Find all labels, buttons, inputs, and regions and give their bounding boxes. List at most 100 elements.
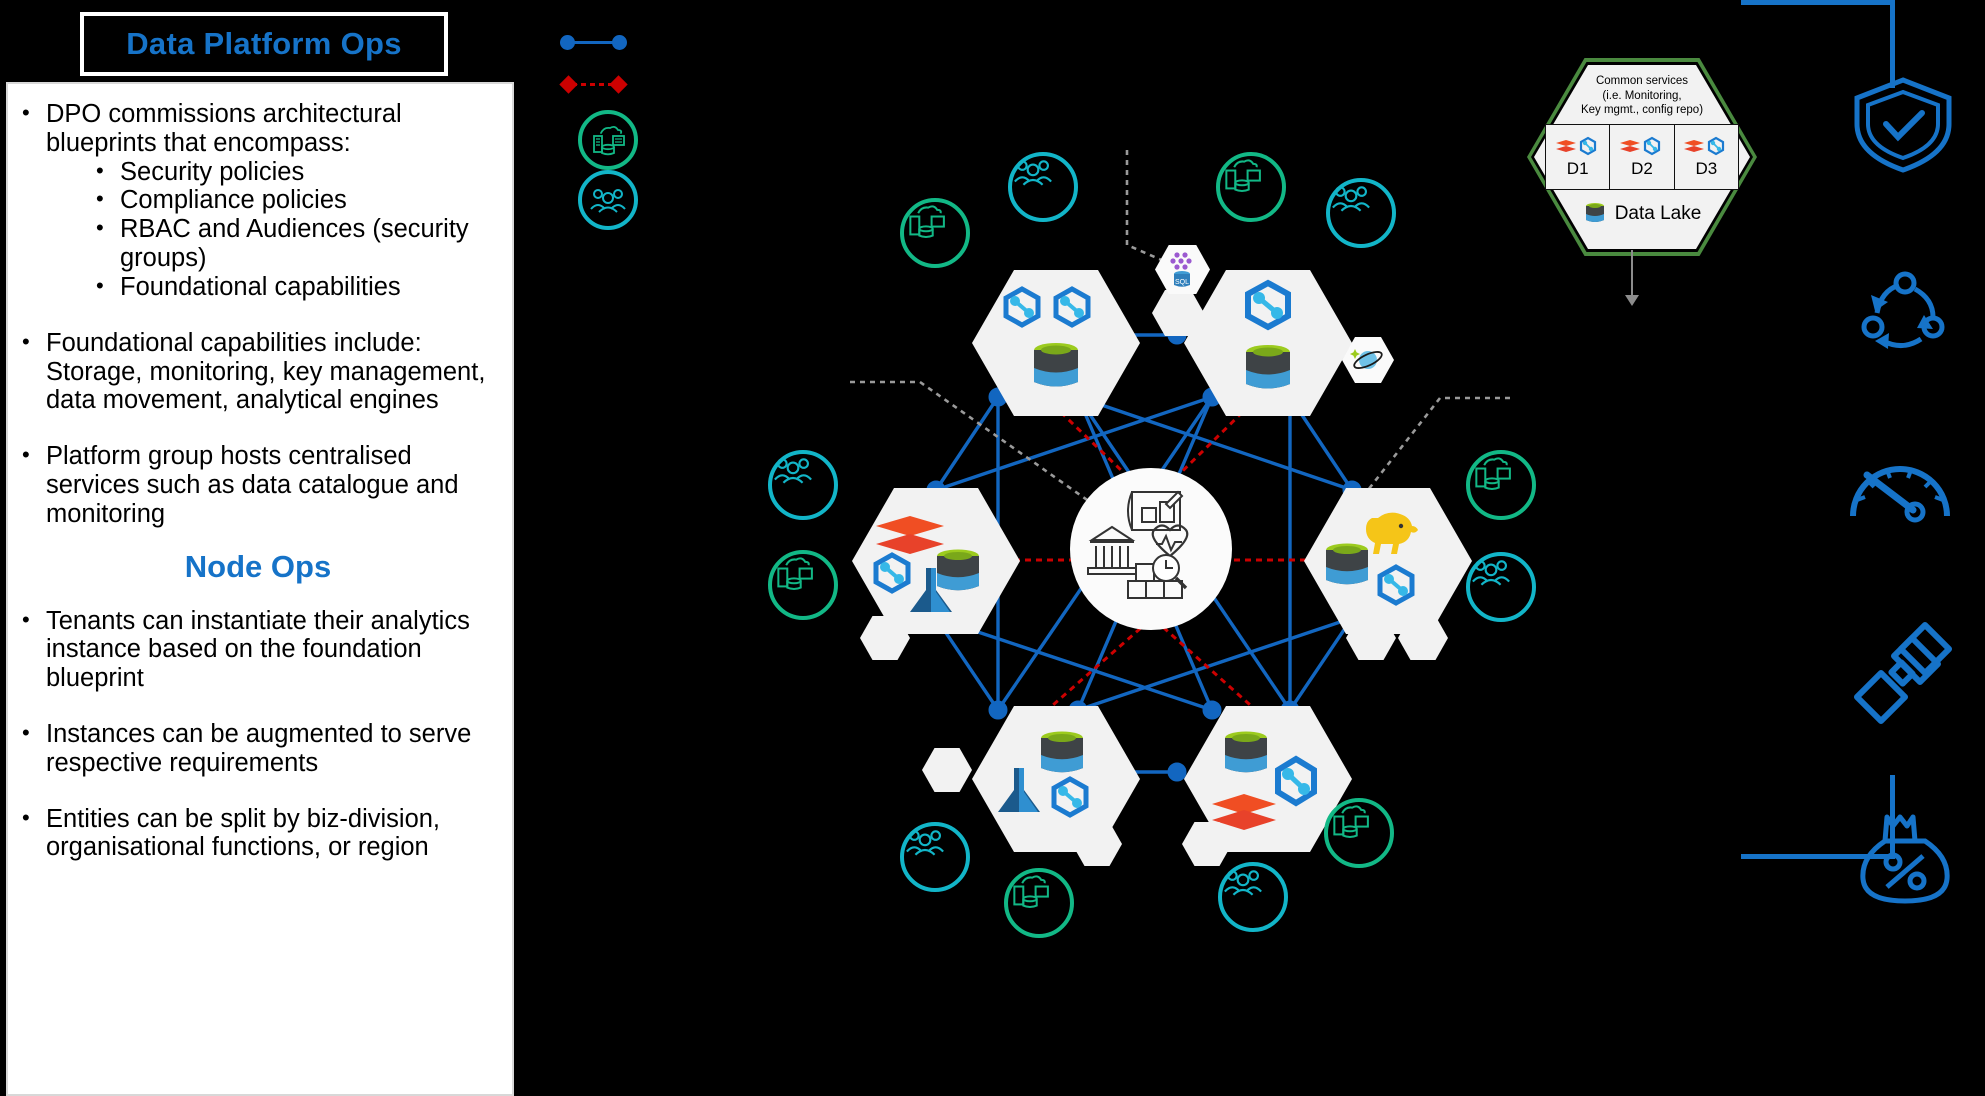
- databricks-icon: [876, 516, 944, 554]
- synapse-icon: [1053, 286, 1091, 328]
- people-circle-right: [1466, 552, 1536, 622]
- common-services-title-line2: (i.e. Monitoring,: [1602, 89, 1682, 102]
- legend: [559, 22, 690, 232]
- people-icon: [774, 458, 812, 484]
- svg-text:SQL: SQL: [1175, 279, 1189, 286]
- list-item: • Compliance policies: [96, 186, 494, 215]
- synapse-icon: [1275, 755, 1317, 807]
- synapse-icon: [1245, 279, 1291, 331]
- datasource-circle-top-left: [900, 198, 970, 268]
- bullet-dot-icon: •: [22, 606, 30, 632]
- synapse-icon: [1708, 136, 1725, 155]
- common-services-title-line3: Key mgmt., config repo): [1580, 104, 1704, 117]
- gauge-icon: [1845, 450, 1955, 530]
- bullet-text: RBAC and Audiences (security groups): [120, 215, 469, 273]
- bank-icon: [1087, 525, 1137, 575]
- legend-circle-endpoint-right: [612, 35, 627, 50]
- frame-bottom-horizontal: [1741, 854, 1894, 859]
- people-circle-bottom-left: [900, 822, 970, 892]
- legend-diamond-endpoint-right: [609, 75, 628, 94]
- bullet-text: Foundational capabilities include: Stora…: [46, 328, 486, 415]
- common-services-arrow-line: [1631, 250, 1633, 300]
- databricks-icon: [1212, 794, 1276, 830]
- bullet-text: Compliance policies: [120, 186, 347, 215]
- common-services-hexagon[interactable]: Common services (i.e. Monitoring, Key mg…: [1527, 58, 1757, 256]
- legend-diamond-endpoint-left: [559, 75, 578, 94]
- common-services-cell-d3[interactable]: D3: [1673, 124, 1739, 190]
- datalake-icon: [937, 549, 979, 591]
- synapse-icon: [1003, 286, 1041, 328]
- bullet-dot-icon: •: [96, 186, 104, 212]
- people-icon: [1014, 160, 1052, 186]
- money-bag-percent-icon: [1855, 805, 1955, 915]
- legend-item-dashed-red-link: [559, 64, 650, 102]
- bullet-text: Platform group hosts centralised service…: [46, 442, 459, 528]
- bullet-text: Entities can be split by biz-division, o…: [46, 804, 441, 862]
- frame-top-horizontal: [1741, 0, 1894, 5]
- datasource-icon: [777, 557, 813, 590]
- databricks-icon: [1555, 139, 1576, 152]
- bullet-text: Instances can be augmented to serve resp…: [46, 720, 472, 777]
- datalake-icon: [1041, 731, 1083, 773]
- legend-solid-line: [572, 41, 616, 44]
- people-icon: [906, 830, 944, 856]
- frame-bottom-vertical: [1890, 775, 1895, 859]
- bullet-text: DPO commissions architectural blueprints…: [46, 100, 402, 157]
- datalake-icon: [1034, 343, 1078, 387]
- datasource-icon: [1475, 457, 1511, 490]
- bullet-dot-icon: •: [22, 804, 30, 830]
- common-services-title: Common services (i.e. Monitoring, Key mg…: [1527, 74, 1757, 118]
- people-icon: [1224, 870, 1262, 896]
- page-title-label: Data Platform Ops: [126, 26, 402, 61]
- cell-label-d3: D3: [1695, 158, 1718, 178]
- bullets-card: • DPO commissions architectural blueprin…: [6, 82, 514, 1096]
- list-item: • Security policies: [96, 158, 494, 187]
- governance-hub[interactable]: [1070, 468, 1232, 630]
- frame-top-vertical: [1890, 0, 1895, 88]
- people-circle-top: [1008, 152, 1078, 222]
- people-circle-left: [768, 450, 838, 520]
- datasource-icon: [1333, 805, 1369, 838]
- hexagon-network-diagram: SQL: [750, 150, 1550, 950]
- datalake-label: Data Lake: [1614, 203, 1702, 224]
- legend-item-data-sources: [578, 110, 638, 170]
- common-services-arrow-head: [1625, 295, 1639, 306]
- blueprint-icon: [1127, 490, 1184, 531]
- datalake-icon: [1585, 203, 1604, 222]
- people-icon: [1472, 560, 1510, 586]
- datalake-icon: [1225, 731, 1267, 773]
- list-item: • Tenants can instantiate their analytic…: [22, 607, 494, 693]
- synapse-icon: [1377, 564, 1415, 606]
- datasource-icon: [1225, 159, 1261, 192]
- common-services-cell-d1[interactable]: D1: [1545, 124, 1610, 190]
- people-icon: [1332, 186, 1370, 212]
- synapse-icon: [1643, 136, 1661, 155]
- satellite-icon: [1848, 620, 1958, 730]
- datasource-icon: [1013, 875, 1049, 908]
- databricks-icon: [1619, 139, 1640, 152]
- page-title: Data Platform Ops: [80, 12, 448, 76]
- catalog-search-icon: [1127, 554, 1188, 599]
- legend-item-people-audience: [578, 170, 638, 230]
- bullet-dot-icon: •: [96, 215, 104, 241]
- people-circle-bottom: [1218, 862, 1288, 932]
- bullet-text: Security policies: [120, 157, 305, 186]
- list-item: • Foundational capabilities include: Sto…: [22, 329, 494, 415]
- people-circle-top-right: [1326, 178, 1396, 248]
- legend-circle-endpoint-left: [560, 35, 575, 50]
- synapse-icon: [1051, 776, 1089, 818]
- people-icon: [590, 189, 626, 213]
- databricks-icon: [1684, 139, 1705, 152]
- datalake-icon: [1326, 543, 1368, 585]
- datalake-icon: [1246, 345, 1290, 389]
- shield-check-icon: [1848, 74, 1958, 179]
- bullet-dot-icon: •: [22, 328, 30, 354]
- list-item: • Platform group hosts centralised servi…: [22, 442, 494, 528]
- list-item: • DPO commissions architectural blueprin…: [22, 100, 494, 158]
- list-item: • RBAC and Audiences (security groups): [96, 215, 494, 273]
- bullet-dot-icon: •: [96, 157, 104, 183]
- synapse-icon: [873, 552, 911, 594]
- list-item: • Instances can be augmented to serve re…: [22, 720, 494, 778]
- common-services-cell-d2[interactable]: D2: [1609, 124, 1674, 190]
- common-services-title-line1: Common services: [1595, 75, 1689, 87]
